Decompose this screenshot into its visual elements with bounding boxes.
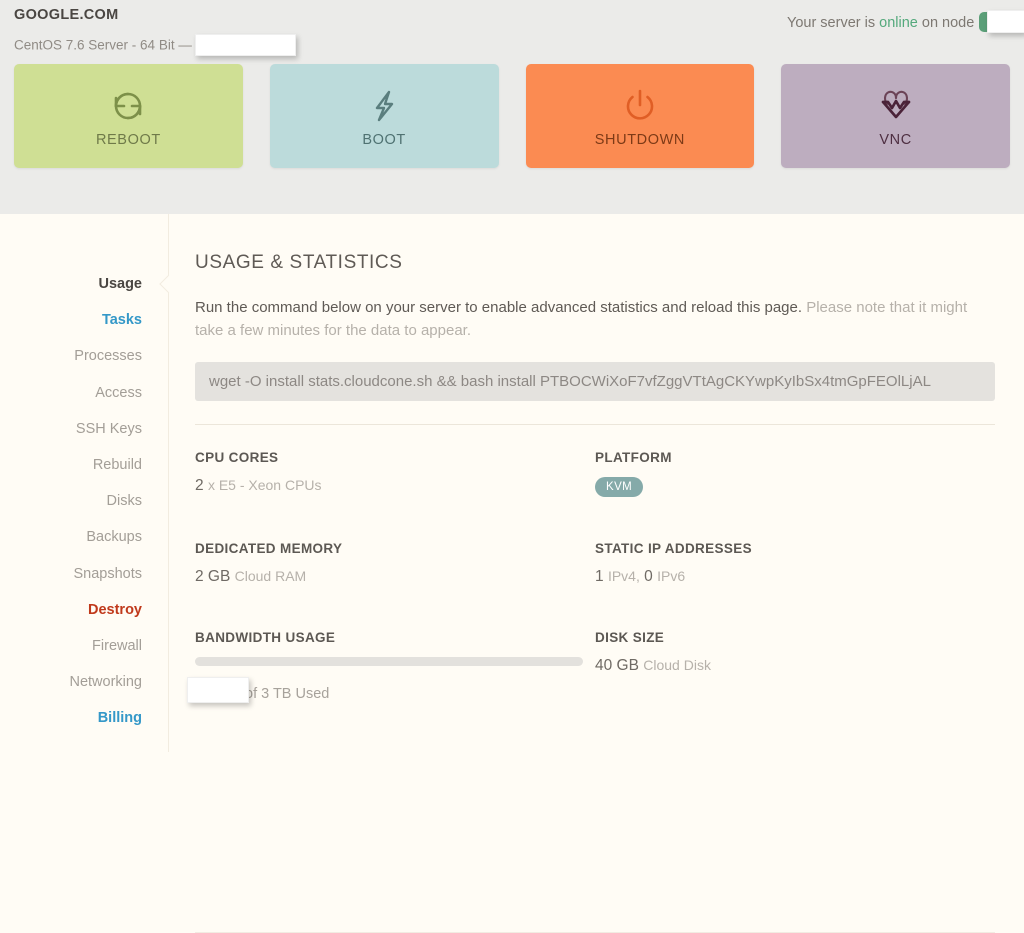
- shutdown-button-label: SHUTDOWN: [594, 132, 685, 148]
- power-icon: [619, 79, 661, 133]
- stat-value: 2 x E5 - Xeon CPUs: [195, 477, 595, 495]
- sidebar-item-label: Networking: [69, 674, 142, 691]
- cpu-cores-unit: x E5 - Xeon CPUs: [207, 476, 322, 493]
- reboot-button-label: REBOOT: [95, 132, 161, 148]
- sidebar-item-backups[interactable]: Backups: [0, 519, 168, 555]
- boot-button[interactable]: BOOT: [269, 64, 499, 168]
- stat-disk-size: DISK SIZE 40 GB Cloud Disk: [595, 630, 995, 702]
- redacted-node-name: [987, 10, 1024, 33]
- sidebar-item-label: SSH Keys: [75, 420, 142, 437]
- sidebar-item-tasks[interactable]: Tasks: [0, 302, 168, 338]
- stat-label: CPU CORES: [195, 449, 279, 465]
- stat-static-ips: STATIC IP ADDRESSES 1 IPv4, 0 IPv6: [595, 541, 995, 586]
- stat-value: KVM: [595, 476, 995, 497]
- bandwidth-total-label: of 3 TB Used: [245, 685, 330, 702]
- sidebar-item-label: Tasks: [101, 312, 142, 329]
- vnc-button[interactable]: VNC: [781, 64, 1010, 168]
- stat-value: 40 GB Cloud Disk: [595, 657, 995, 675]
- section-divider: [195, 423, 995, 425]
- bandwidth-usage-text: of 3 TB Used: [187, 676, 595, 703]
- stat-label: PLATFORM: [595, 449, 672, 465]
- os-description: CentOS 7.6 Server - 64 Bit —: [14, 34, 296, 57]
- sidebar-item-destroy[interactable]: Destroy: [0, 592, 168, 628]
- stat-cpu-cores: CPU CORES 2 x E5 - Xeon CPUs: [195, 450, 595, 497]
- stat-value: 1 IPv4, 0 IPv6: [595, 568, 995, 586]
- intro-text: Run the command below on your server to …: [195, 296, 995, 343]
- redacted-hostname: [194, 34, 296, 56]
- sidebar-item-networking[interactable]: Networking: [0, 664, 168, 700]
- sidebar-item-processes[interactable]: Processes: [0, 338, 168, 374]
- sidebar-item-billing[interactable]: Billing: [0, 700, 168, 736]
- lightning-bolt-icon: [363, 79, 405, 133]
- stat-bandwidth-usage: BANDWIDTH USAGE of 3 TB Used: [187, 629, 595, 703]
- server-action-buttons: REBOOT BOOT SHUTDOWN VNC: [14, 64, 1010, 168]
- top-header: GOOGLE.COM CentOS 7.6 Server - 64 Bit — …: [0, 0, 1024, 214]
- sidebar-item-label: Snapshots: [73, 565, 142, 582]
- stat-label: BANDWIDTH USAGE: [195, 629, 336, 645]
- sidebar-item-disks[interactable]: Disks: [0, 483, 168, 519]
- sidebar-item-label: Rebuild: [92, 457, 142, 474]
- heart-pulse-icon: [874, 79, 918, 133]
- sidebar-item-firewall[interactable]: Firewall: [0, 628, 168, 664]
- status-badge: online: [879, 15, 918, 31]
- node-badge: [979, 10, 1024, 33]
- sidebar-item-usage[interactable]: Usage: [0, 266, 178, 302]
- shutdown-button[interactable]: SHUTDOWN: [525, 64, 755, 168]
- vnc-button-label: VNC: [879, 132, 912, 148]
- sidebar: Usage Tasks Processes Access SSH Keys Re…: [0, 214, 178, 752]
- memory-unit: Cloud RAM: [234, 567, 307, 584]
- server-status: Your server is online on node: [786, 10, 1024, 33]
- sidebar-item-ssh-keys[interactable]: SSH Keys: [0, 411, 168, 447]
- install-command-box[interactable]: wget -O install stats.cloudcone.sh && ba…: [195, 361, 995, 401]
- stat-label: STATIC IP ADDRESSES: [595, 540, 752, 556]
- sidebar-item-label: Backups: [86, 529, 142, 546]
- stat-dedicated-memory: DEDICATED MEMORY 2 GB Cloud RAM: [195, 541, 595, 586]
- stat-label: DISK SIZE: [595, 629, 665, 645]
- sidebar-item-access[interactable]: Access: [0, 375, 168, 411]
- os-label: CentOS 7.6 Server - 64 Bit —: [14, 37, 192, 53]
- stats-grid: CPU CORES 2 x E5 - Xeon CPUs PLATFORM KV…: [187, 450, 995, 703]
- sidebar-item-label: Processes: [74, 348, 142, 365]
- main-panel: USAGE & STATISTICS Run the command below…: [169, 214, 1024, 752]
- memory-amount: 2 GB: [195, 567, 231, 585]
- refresh-icon: [107, 79, 149, 133]
- stat-value: 2 GB Cloud RAM: [195, 568, 595, 586]
- stat-label: DEDICATED MEMORY: [195, 540, 343, 556]
- page-title: USAGE & STATISTICS: [195, 252, 403, 273]
- reboot-button[interactable]: REBOOT: [14, 64, 243, 168]
- site-title: GOOGLE.COM: [14, 7, 119, 23]
- disk-unit: Cloud Disk: [643, 656, 711, 673]
- cpu-cores-count: 2: [195, 476, 204, 494]
- intro-strong: Run the command below on your server to …: [195, 299, 803, 316]
- status-prefix: Your server is: [786, 15, 876, 31]
- redacted-bandwidth-used: [187, 676, 249, 703]
- stat-platform: PLATFORM KVM: [595, 450, 995, 497]
- sidebar-item-label: Disks: [106, 493, 142, 510]
- ipv4-label: IPv4,: [607, 567, 640, 584]
- boot-button-label: BOOT: [362, 132, 406, 148]
- disk-amount: 40 GB: [595, 656, 639, 674]
- sidebar-item-label: Access: [95, 384, 142, 401]
- status-suffix: on node: [921, 15, 975, 31]
- content-area: Usage Tasks Processes Access SSH Keys Re…: [0, 214, 1024, 933]
- ipv6-count: 0: [644, 567, 653, 585]
- platform-badge: KVM: [595, 476, 644, 497]
- sidebar-item-label: Firewall: [92, 637, 142, 654]
- sidebar-item-label: Destroy: [88, 601, 142, 618]
- sidebar-item-rebuild[interactable]: Rebuild: [0, 447, 168, 483]
- sidebar-item-label: Usage: [98, 276, 142, 293]
- bandwidth-progress-bar: [195, 656, 583, 666]
- sidebar-item-snapshots[interactable]: Snapshots: [0, 556, 168, 592]
- ipv4-count: 1: [595, 567, 604, 585]
- sidebar-item-label: Billing: [97, 710, 142, 727]
- ipv6-label: IPv6: [657, 567, 686, 584]
